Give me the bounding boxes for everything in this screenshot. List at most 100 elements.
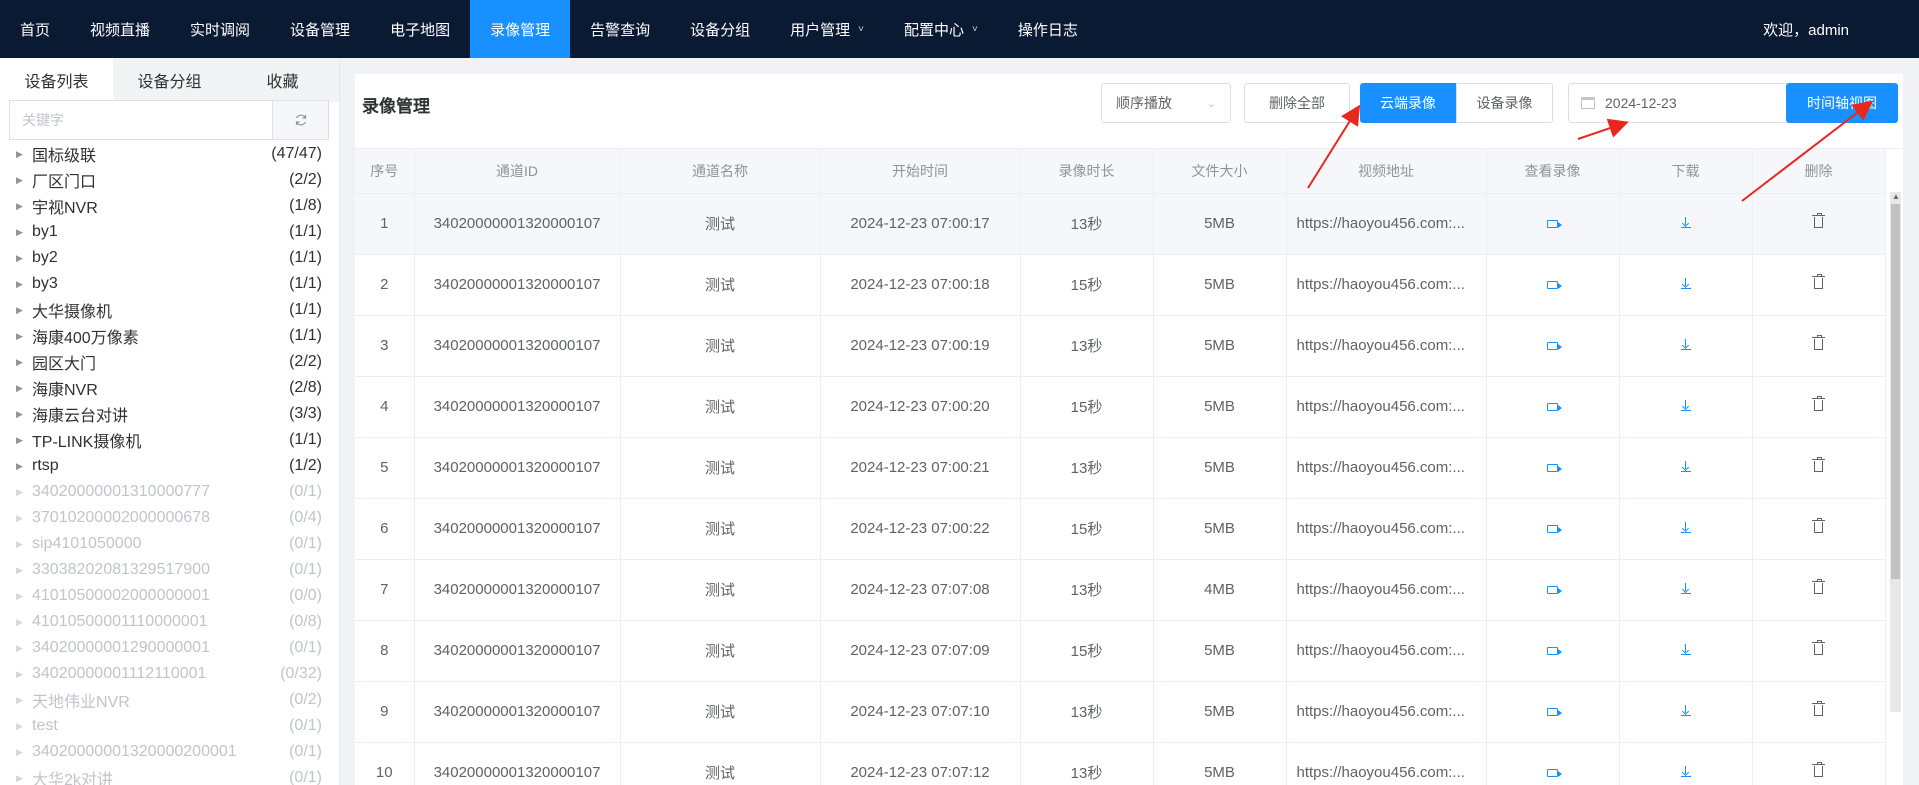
welcome-user[interactable]: 欢迎，admin bbox=[1763, 0, 1849, 58]
caret-right-icon[interactable]: ▶ bbox=[16, 643, 32, 654]
tree-node[interactable]: ▶ 大华摄像机 (1/1) bbox=[0, 297, 340, 323]
tree-node[interactable]: ▶ 厂区门口 (2/2) bbox=[0, 167, 340, 193]
video-camera-icon[interactable] bbox=[1547, 769, 1562, 777]
tree-node[interactable]: ▶ 34020000001320000200001 (0/1) bbox=[0, 739, 340, 765]
caret-right-icon[interactable]: ▶ bbox=[16, 305, 32, 316]
tree-node[interactable]: ▶ rtsp (1/2) bbox=[0, 453, 340, 479]
video-camera-icon[interactable] bbox=[1547, 220, 1562, 228]
download-icon[interactable] bbox=[1680, 644, 1691, 655]
tree-node[interactable]: ▶ 33038202081329517900 (0/1) bbox=[0, 557, 340, 583]
trash-icon[interactable] bbox=[1812, 335, 1825, 350]
nav-item[interactable]: 实时调阅 bbox=[170, 0, 270, 58]
download-icon[interactable] bbox=[1680, 339, 1691, 350]
tree-node[interactable]: ▶ test (0/1) bbox=[0, 713, 340, 739]
device-record-button[interactable]: 设备录像 bbox=[1456, 83, 1553, 123]
caret-right-icon[interactable]: ▶ bbox=[16, 227, 32, 238]
trash-icon[interactable] bbox=[1812, 518, 1825, 533]
caret-right-icon[interactable]: ▶ bbox=[16, 773, 32, 784]
caret-right-icon[interactable]: ▶ bbox=[16, 747, 32, 758]
trash-icon[interactable] bbox=[1812, 396, 1825, 411]
scrollbar-thumb[interactable] bbox=[1891, 204, 1900, 579]
video-camera-icon[interactable] bbox=[1547, 708, 1562, 716]
download-icon[interactable] bbox=[1680, 705, 1691, 716]
download-icon[interactable] bbox=[1680, 461, 1691, 472]
tree-node[interactable]: ▶ 41010500001110000001 (0/8) bbox=[0, 609, 340, 635]
caret-right-icon[interactable]: ▶ bbox=[16, 487, 32, 498]
table-row[interactable]: 8 34020000001320000107 测试 2024-12-23 07:07:… bbox=[355, 620, 1886, 682]
trash-icon[interactable] bbox=[1812, 579, 1825, 594]
table-row[interactable]: 7 34020000001320000107 测试 2024-12-23 07:07:… bbox=[355, 559, 1886, 621]
tree-node[interactable]: ▶ 宇视NVR (1/8) bbox=[0, 193, 340, 219]
trash-icon[interactable] bbox=[1812, 274, 1825, 289]
tree-node[interactable]: ▶ 海康400万像素 (1/1) bbox=[0, 323, 340, 349]
caret-right-icon[interactable]: ▶ bbox=[16, 409, 32, 420]
tree-node[interactable]: ▶ 37010200002000000678 (0/4) bbox=[0, 505, 340, 531]
nav-item[interactable]: 配置中心 ˅ bbox=[884, 0, 998, 58]
download-icon[interactable] bbox=[1680, 278, 1691, 289]
caret-right-icon[interactable]: ▶ bbox=[16, 565, 32, 576]
download-icon[interactable] bbox=[1680, 217, 1691, 228]
video-camera-icon[interactable] bbox=[1547, 464, 1562, 472]
table-row[interactable]: 4 34020000001320000107 测试 2024-12-23 07:00:… bbox=[355, 376, 1886, 438]
caret-right-icon[interactable]: ▶ bbox=[16, 383, 32, 394]
caret-right-icon[interactable]: ▶ bbox=[16, 461, 32, 472]
tree-node[interactable]: ▶ by2 (1/1) bbox=[0, 245, 340, 271]
caret-right-icon[interactable]: ▶ bbox=[16, 279, 32, 290]
tree-node[interactable]: ▶ 大华2k对讲 (0/1) bbox=[0, 765, 340, 785]
tab-device-group[interactable]: 设备分组 bbox=[113, 58, 226, 102]
table-row[interactable]: 1 34020000001320000107 测试 2024-12-23 07:00:… bbox=[355, 193, 1886, 255]
trash-icon[interactable] bbox=[1812, 213, 1825, 228]
caret-right-icon[interactable]: ▶ bbox=[16, 357, 32, 368]
nav-item[interactable]: 告警查询 bbox=[570, 0, 670, 58]
nav-item[interactable]: 操作日志 bbox=[998, 0, 1098, 58]
download-icon[interactable] bbox=[1680, 583, 1691, 594]
caret-right-icon[interactable]: ▶ bbox=[16, 175, 32, 186]
table-row[interactable]: 10 34020000001320000107 测试 2024-12-23 07:07… bbox=[355, 742, 1886, 785]
tree-node[interactable]: ▶ 海康NVR (2/8) bbox=[0, 375, 340, 401]
caret-right-icon[interactable]: ▶ bbox=[16, 617, 32, 628]
table-row[interactable]: 2 34020000001320000107 测试 2024-12-23 07:00:… bbox=[355, 254, 1886, 316]
nav-item[interactable]: 用户管理 ˅ bbox=[770, 0, 884, 58]
caret-right-icon[interactable]: ▶ bbox=[16, 591, 32, 602]
nav-item[interactable]: 设备分组 bbox=[670, 0, 770, 58]
tree-node[interactable]: ▶ 34020000001112110001 (0/32) bbox=[0, 661, 340, 687]
tab-device-list[interactable]: 设备列表 bbox=[0, 58, 113, 102]
video-camera-icon[interactable] bbox=[1547, 281, 1562, 289]
caret-right-icon[interactable]: ▶ bbox=[16, 149, 32, 160]
table-row[interactable]: 9 34020000001320000107 测试 2024-12-23 07:07:… bbox=[355, 681, 1886, 743]
download-icon[interactable] bbox=[1680, 522, 1691, 533]
scroll-up-icon[interactable]: ▲ bbox=[1892, 192, 1900, 201]
search-input[interactable] bbox=[10, 101, 272, 139]
tree-node[interactable]: ▶ 天地伟业NVR (0/2) bbox=[0, 687, 340, 713]
date-picker[interactable]: 2024-12-23 bbox=[1568, 83, 1788, 123]
caret-right-icon[interactable]: ▶ bbox=[16, 253, 32, 264]
video-camera-icon[interactable] bbox=[1547, 525, 1562, 533]
tree-node[interactable]: ▶ 海康云台对讲 (3/3) bbox=[0, 401, 340, 427]
download-icon[interactable] bbox=[1680, 400, 1691, 411]
video-camera-icon[interactable] bbox=[1547, 647, 1562, 655]
caret-right-icon[interactable]: ▶ bbox=[16, 513, 32, 524]
timeline-view-button[interactable]: 时间轴视图 bbox=[1786, 83, 1898, 123]
trash-icon[interactable] bbox=[1812, 457, 1825, 472]
video-camera-icon[interactable] bbox=[1547, 403, 1562, 411]
nav-item[interactable]: 设备管理 bbox=[270, 0, 370, 58]
caret-right-icon[interactable]: ▶ bbox=[16, 721, 32, 732]
caret-right-icon[interactable]: ▶ bbox=[16, 435, 32, 446]
download-icon[interactable] bbox=[1680, 766, 1691, 777]
video-camera-icon[interactable] bbox=[1547, 342, 1562, 350]
table-row[interactable]: 3 34020000001320000107 测试 2024-12-23 07:00:… bbox=[355, 315, 1886, 377]
tree-node[interactable]: ▶ TP-LINK摄像机 (1/1) bbox=[0, 427, 340, 453]
delete-all-button[interactable]: 删除全部 bbox=[1244, 83, 1350, 123]
caret-right-icon[interactable]: ▶ bbox=[16, 331, 32, 342]
caret-right-icon[interactable]: ▶ bbox=[16, 201, 32, 212]
trash-icon[interactable] bbox=[1812, 762, 1825, 777]
tree-node[interactable]: ▶ 41010500002000000001 (0/0) bbox=[0, 583, 340, 609]
nav-item[interactable]: 首页 bbox=[0, 0, 70, 58]
play-mode-select[interactable]: 顺序播放 ⌄ bbox=[1101, 83, 1231, 123]
caret-right-icon[interactable]: ▶ bbox=[16, 539, 32, 550]
cloud-record-button[interactable]: 云端录像 bbox=[1360, 83, 1456, 123]
tree-node[interactable]: ▶ sip4101050000 (0/1) bbox=[0, 531, 340, 557]
caret-right-icon[interactable]: ▶ bbox=[16, 669, 32, 680]
nav-item[interactable]: 视频直播 bbox=[70, 0, 170, 58]
caret-right-icon[interactable]: ▶ bbox=[16, 695, 32, 706]
